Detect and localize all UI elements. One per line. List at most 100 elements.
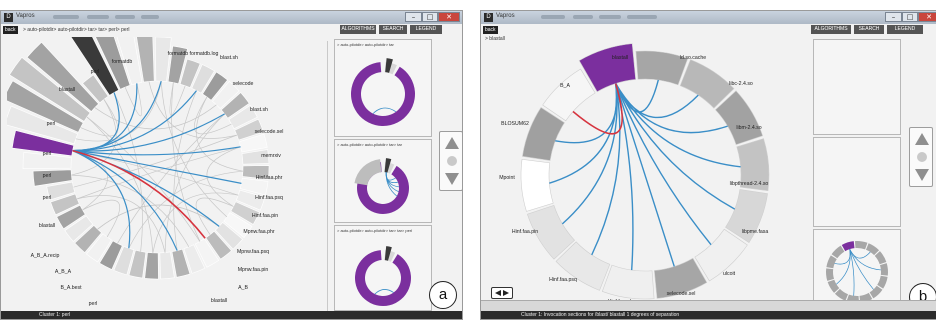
app-icon: D — [4, 13, 13, 22]
node-label: Hinf.faa.phr — [256, 175, 283, 181]
menu-item[interactable] — [573, 15, 593, 19]
ring-segment — [877, 275, 888, 289]
node-label: perl — [43, 173, 52, 179]
history-thumbnail-3[interactable]: > auto-pilotdir> auto-pilotdir> tar> tar… — [334, 225, 432, 311]
node-label: perl — [91, 69, 100, 75]
graph-edge — [72, 150, 239, 196]
search-button[interactable]: SEARCH — [854, 25, 884, 34]
menu-item[interactable] — [87, 15, 109, 19]
menu-item[interactable] — [53, 15, 79, 19]
down-arrow-icon[interactable] — [445, 173, 459, 185]
menu-item[interactable] — [141, 15, 159, 19]
history-thumbnail-3[interactable] — [813, 229, 901, 309]
ring-segment — [869, 285, 883, 299]
ring-segment — [874, 251, 887, 265]
minimize-button[interactable]: – — [885, 12, 902, 22]
status-footer: Cluster 1: perl — [1, 311, 462, 319]
window-panel-b: D Vapros – □ ✕ back > blastall ALGORITHM… — [480, 10, 936, 320]
title-bar: D Vapros – □ ✕ — [481, 11, 936, 24]
graph-edge — [615, 83, 675, 267]
ring-segment — [865, 243, 880, 256]
ring-segment — [520, 158, 554, 212]
node-label: blastall — [211, 298, 227, 304]
legend-button[interactable]: LEGEND — [410, 25, 442, 34]
footer-text: Cluster 1: Invocation sections for /blas… — [521, 312, 680, 318]
node-label: blast.sh — [220, 55, 238, 61]
node-label: A_B — [238, 285, 248, 291]
ring-segment — [694, 228, 748, 282]
node-label: ulcoit — [723, 271, 736, 277]
history-thumbnail-1[interactable]: > auto-pilotdir> auto-pilotdir> tar — [334, 39, 432, 137]
history-thumbnail-2[interactable]: > auto-pilotdir> auto-pilotdir> tar> tar — [334, 139, 432, 223]
close-button[interactable]: ✕ — [918, 12, 936, 22]
menu-item[interactable] — [541, 15, 565, 19]
play-forward-icon[interactable] — [503, 290, 509, 296]
window-panel-a: D Vapros – □ ✕ back > auto-pilotdir> aut… — [0, 10, 463, 320]
ring-segment — [826, 268, 834, 281]
node-label: Mpoint — [499, 175, 515, 181]
timeline-scrollbar[interactable] — [481, 300, 936, 311]
node-label: Mpnw.faa.psq — [237, 249, 269, 255]
nav-dot-icon[interactable] — [917, 152, 927, 162]
node-label: Hinf.faa.psq — [255, 195, 283, 201]
ring-segment — [834, 288, 849, 301]
divider — [327, 41, 328, 311]
panel-label: a — [429, 281, 457, 309]
algorithms-button[interactable]: ALGORITHMS — [340, 25, 376, 34]
node-label: formatdb formatdb.log — [168, 51, 219, 57]
title-bar: D Vapros – □ ✕ — [1, 11, 462, 24]
close-button[interactable]: ✕ — [438, 12, 460, 22]
thumbnail-ring — [354, 158, 409, 214]
graph-edge — [374, 289, 394, 295]
maximize-button[interactable]: □ — [422, 12, 438, 22]
ring-segment — [880, 263, 888, 276]
menu-item[interactable] — [627, 15, 657, 19]
node-label: libpme.fasa — [742, 229, 769, 235]
back-button[interactable]: back — [483, 26, 498, 34]
play-back-icon[interactable] — [495, 290, 501, 296]
node-label: blastall — [59, 87, 75, 93]
node-label: Mpnw.faa.pin — [238, 267, 269, 273]
node-label: B_A.best — [60, 285, 82, 291]
down-arrow-icon[interactable] — [915, 169, 929, 181]
window-title: Vapros — [496, 13, 515, 19]
menu-item[interactable] — [115, 15, 135, 19]
history-nav — [909, 127, 933, 187]
maximize-button[interactable]: □ — [902, 12, 918, 22]
ring-segment — [831, 245, 845, 259]
legend-button[interactable]: LEGEND — [887, 25, 923, 34]
node-label: libm-2.4.so — [736, 125, 761, 131]
node-label: formatdb — [112, 59, 133, 65]
ring-segment — [354, 159, 382, 186]
playback-control[interactable] — [491, 287, 513, 299]
up-arrow-icon[interactable] — [445, 137, 459, 149]
back-button[interactable]: back — [3, 26, 18, 34]
nav-dot-icon[interactable] — [447, 156, 457, 166]
ring-segment — [159, 251, 175, 280]
node-label: libc-2.4.so — [729, 81, 753, 87]
status-footer: Cluster 1: Invocation sections for /blas… — [481, 311, 936, 319]
up-arrow-icon[interactable] — [915, 133, 929, 145]
history-thumbnail-1[interactable] — [813, 39, 901, 135]
algorithms-button[interactable]: ALGORITHMS — [811, 25, 851, 34]
node-label: blastall — [39, 223, 55, 229]
node-label: perl — [89, 301, 98, 307]
minimize-button[interactable]: – — [405, 12, 422, 22]
ring-segment — [355, 250, 411, 306]
breadcrumb[interactable]: > auto-pilotdir> auto-pilotdir> tar> tar… — [23, 27, 129, 33]
ring-segment — [351, 62, 415, 126]
search-button[interactable]: SEARCH — [379, 25, 407, 34]
radial-graph[interactable]: formatdb formatdb.logblast.shformatdbper… — [7, 37, 319, 320]
node-label: selecode.sel — [255, 129, 284, 135]
node-label: libpthread-2.4.so — [730, 181, 769, 187]
ring-segment — [826, 255, 837, 269]
history-thumbnail-2[interactable] — [813, 137, 901, 227]
node-label: selecode — [233, 81, 254, 87]
node-label: A_B_A.recip — [31, 253, 60, 259]
ring-segment — [601, 264, 655, 300]
node-label: blast.sh — [250, 107, 268, 113]
radial-graph[interactable]: blastall ld.so.cache libc-2.4.so libm-2.4.s… — [485, 37, 803, 309]
node-label: selecode.sel — [667, 291, 696, 297]
window-title: Vapros — [16, 13, 35, 19]
menu-item[interactable] — [599, 15, 621, 19]
